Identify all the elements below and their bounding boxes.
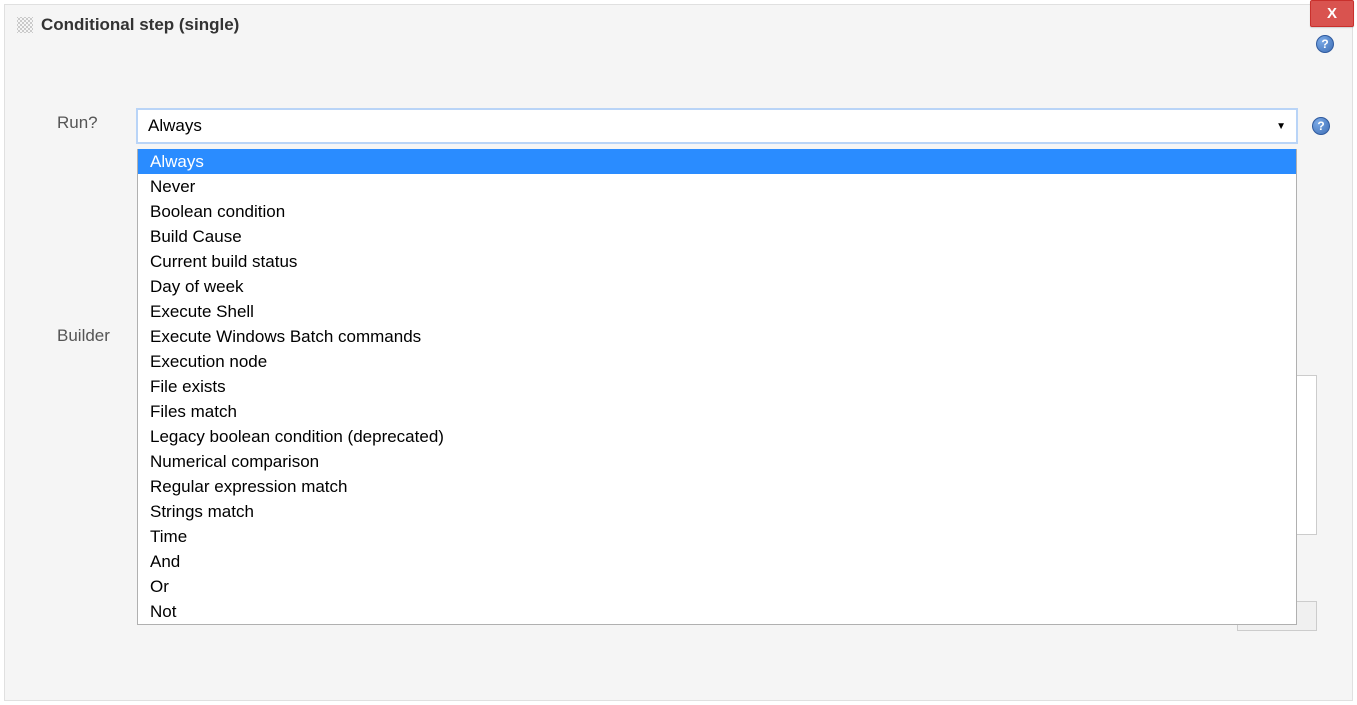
run-option[interactable]: Strings match [138,499,1296,524]
run-option[interactable]: Current build status [138,249,1296,274]
help-icon[interactable]: ? [1312,117,1330,135]
run-select-value: Always [148,116,1276,136]
close-button[interactable]: X [1310,0,1354,27]
run-select[interactable]: Always ▼ [137,109,1297,143]
builder-label: Builder [57,326,137,346]
run-option[interactable]: Files match [138,399,1296,424]
run-option[interactable]: Execute Windows Batch commands [138,324,1296,349]
run-option[interactable]: And [138,549,1296,574]
run-option[interactable]: Time [138,524,1296,549]
run-option[interactable]: Day of week [138,274,1296,299]
run-option[interactable]: Regular expression match [138,474,1296,499]
run-option[interactable]: Never [138,174,1296,199]
run-option[interactable]: Execution node [138,349,1296,374]
conditional-step-panel: Conditional step (single) X ? Run? Alway… [4,4,1353,701]
run-option[interactable]: Not [138,599,1296,624]
run-label: Run? [57,113,137,133]
run-option[interactable]: Execute Shell [138,299,1296,324]
chevron-down-icon: ▼ [1276,121,1286,132]
builder-row: Builder [57,326,137,346]
help-icon[interactable]: ? [1316,35,1334,53]
run-option[interactable]: Or [138,574,1296,599]
run-option[interactable]: Legacy boolean condition (deprecated) [138,424,1296,449]
run-row: Run? [57,113,137,133]
run-option[interactable]: File exists [138,374,1296,399]
run-option[interactable]: Always [138,149,1296,174]
run-dropdown-list[interactable]: AlwaysNeverBoolean conditionBuild CauseC… [137,149,1297,625]
panel-header: Conditional step (single) [5,5,1352,45]
run-option[interactable]: Numerical comparison [138,449,1296,474]
run-option[interactable]: Build Cause [138,224,1296,249]
close-button-label: X [1327,5,1337,22]
run-option[interactable]: Boolean condition [138,199,1296,224]
drag-handle-icon[interactable] [17,17,33,33]
panel-title: Conditional step (single) [41,15,239,35]
